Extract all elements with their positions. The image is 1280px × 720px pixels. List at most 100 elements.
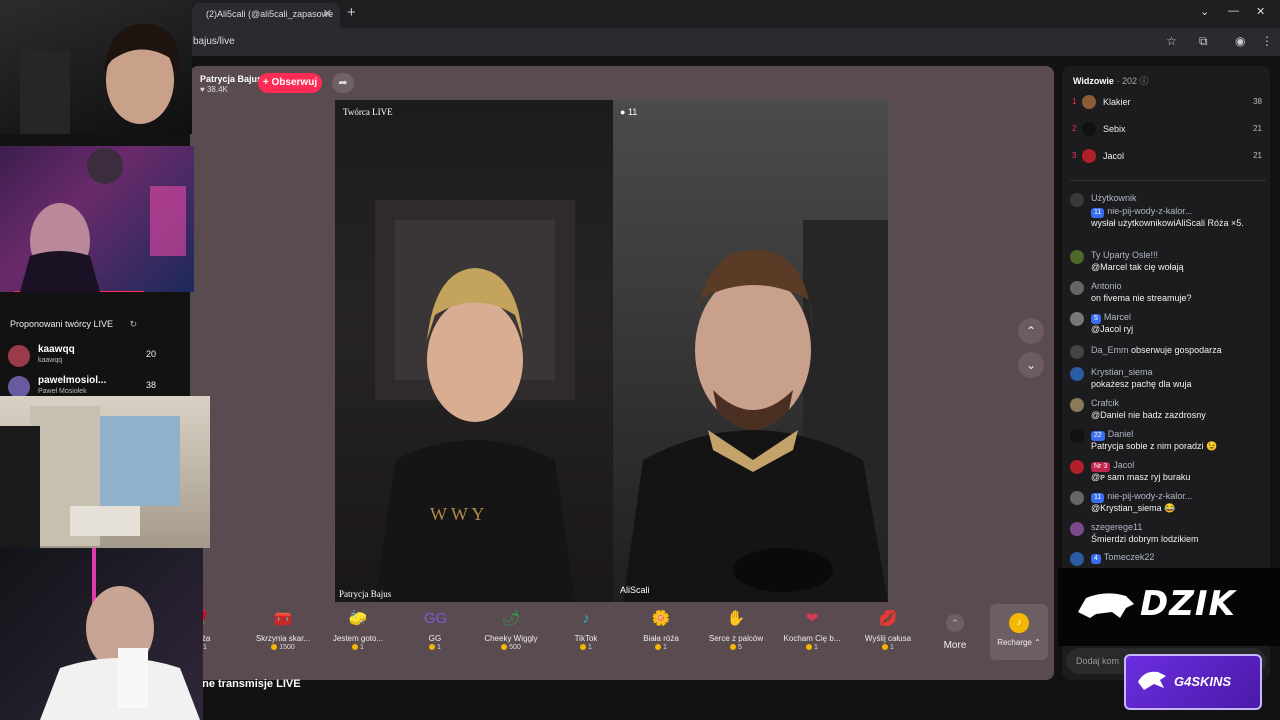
- webcam-overlay-4: [0, 548, 203, 720]
- creator-name: kaawqq: [38, 344, 75, 355]
- next-stream-button[interactable]: ⌄: [1018, 352, 1044, 378]
- gift-item[interactable]: 🌶 Cheeky Wiggly 500: [476, 604, 546, 660]
- host-likes: ♥ 38.4K: [200, 85, 228, 94]
- host-likes-count: 38.4K: [206, 85, 228, 94]
- gift-bar: 🌹Róża1🧰Skrzynia skar...1500🧽Jestem goto.…: [192, 604, 982, 660]
- viewer-name: Sebix: [1103, 124, 1126, 134]
- suggested-creator[interactable]: kaawqq kaawqq 20: [8, 343, 156, 371]
- gift-price: 1: [400, 644, 470, 651]
- video-left: W W Y Twórca LIVE Patrycja Bajus: [335, 100, 613, 602]
- gift-name: Jestem goto...: [332, 634, 384, 643]
- white-rose-icon: 🌼: [651, 610, 671, 627]
- chat-message: Ty Uparty Osle!!! @Marcel tak cię wołają: [1068, 249, 1268, 279]
- creator-viewers: 20: [145, 349, 156, 359]
- chevron-up-icon: ⌃: [946, 614, 964, 632]
- chat-username[interactable]: szegerege11: [1091, 521, 1142, 533]
- gift-item[interactable]: 🧰 Skrzynia skar... 1500: [248, 604, 318, 660]
- chat-text: @⁠ᴘ sam masz ryj buraku: [1091, 472, 1191, 482]
- chat-message: szegerege11 Śmierdzi dobrym lodzikiem: [1068, 521, 1268, 551]
- tab-title: (2)Ali5cali (@ali5cali_zapasowe: [206, 9, 334, 19]
- creator-viewers: 38: [145, 380, 156, 390]
- avatar: [8, 376, 30, 398]
- viewer-row[interactable]: 1 Klakier 38: [1070, 94, 1266, 112]
- chat-username[interactable]: Da_Emm obserwuje gospodarza: [1091, 344, 1222, 356]
- extensions-icon[interactable]: ⧉: [1199, 34, 1208, 49]
- close-window-icon[interactable]: ✕: [1256, 5, 1265, 18]
- gift-name: Wyślij całusa: [864, 634, 912, 643]
- viewers-count: 202: [1121, 76, 1137, 86]
- refresh-icon[interactable]: ↻: [130, 319, 138, 329]
- avatar[interactable]: [1070, 429, 1084, 443]
- avatar[interactable]: [1070, 312, 1084, 326]
- chat-text: obserwuje gospodarza: [1131, 345, 1222, 355]
- cheeky-wiggly-icon: 🌶: [501, 610, 521, 627]
- webcam-overlay-1: [0, 0, 192, 134]
- follow-button[interactable]: + Obserwuj: [258, 73, 322, 93]
- chat-username[interactable]: Ty Uparty Osle!!!: [1091, 249, 1158, 261]
- chat-text: @Jacol ryj: [1091, 324, 1134, 334]
- viewers-header[interactable]: Widzowie · 202 ⓘ: [1073, 74, 1149, 87]
- url-field[interactable]: bajus/live: [193, 36, 235, 47]
- browser-tab[interactable]: (2)Ali5cali (@ali5cali_zapasowe ✕: [192, 3, 340, 28]
- share-icon[interactable]: ➦: [332, 73, 354, 93]
- webcam-4-scene: [40, 548, 200, 720]
- gift-item[interactable]: ♪ TikTok 1: [551, 604, 621, 660]
- close-tab-icon[interactable]: ✕: [323, 7, 332, 20]
- kiss-icon: 💋: [878, 610, 898, 627]
- more-gifts-button[interactable]: ⌃ More: [935, 611, 975, 651]
- previous-stream-button[interactable]: ⌃: [1018, 318, 1044, 344]
- video-right: ● 11 AliScali: [613, 100, 888, 602]
- divider: [1070, 180, 1266, 181]
- suggested-creators-title: Proponowani twórcy LIVE ↻: [10, 319, 138, 329]
- coin-icon: ♪: [1009, 613, 1029, 633]
- viewer-rank: 1: [1072, 97, 1077, 106]
- gift-name: Serce z palców: [708, 634, 764, 643]
- viewer-row[interactable]: 2 Sebix 21: [1070, 121, 1266, 139]
- info-icon[interactable]: ⓘ: [1139, 76, 1148, 86]
- chat-username[interactable]: Crafcik: [1091, 397, 1119, 409]
- menu-dots-icon[interactable]: ⋮: [1261, 34, 1273, 48]
- avatar: [1082, 95, 1096, 109]
- viewer-score: 21: [1253, 124, 1262, 133]
- creator-live-badge: Twórca LIVE: [343, 107, 393, 117]
- gift-item[interactable]: GG GG 1: [400, 604, 470, 660]
- gift-item[interactable]: ✋ Serce z palców 5: [701, 604, 771, 660]
- avatar[interactable]: [1070, 398, 1084, 412]
- minimize-icon[interactable]: —: [1228, 5, 1239, 17]
- gift-price: 1: [626, 644, 696, 651]
- chat-text: Patrycja sobie z nim poradzi 😉: [1091, 441, 1218, 451]
- viewer-score: 21: [1253, 151, 1262, 160]
- host-name: Patrycja Bajus: [200, 74, 263, 84]
- g4skins-logo-text: G4SKINS: [1174, 674, 1232, 689]
- viewer-name: Jacol: [1103, 151, 1125, 161]
- avatar[interactable]: [1070, 367, 1084, 381]
- creator-subtitle: Paweł Mosiołek: [38, 388, 87, 395]
- avatar[interactable]: [1070, 250, 1084, 264]
- avatar[interactable]: [1070, 345, 1084, 359]
- chat-username[interactable]: Użytkownik: [1091, 192, 1137, 204]
- viewer-row[interactable]: 3 Jacol 21: [1070, 148, 1266, 166]
- gift-item[interactable]: ❤ Kocham Cię b... 1: [777, 604, 847, 660]
- avatar[interactable]: [1070, 281, 1084, 295]
- chat-username[interactable]: Krystian_siema: [1091, 366, 1153, 378]
- avatar: [8, 345, 30, 367]
- recharge-button[interactable]: ♪ Recharge ⌃: [990, 604, 1048, 660]
- gift-item[interactable]: 💋 Wyślij całusa 1: [853, 604, 923, 660]
- gift-name: Biała róża: [643, 634, 679, 643]
- chat-username[interactable]: 4 Tomeczek22: [1091, 551, 1154, 564]
- profile-icon[interactable]: ◉: [1235, 34, 1245, 48]
- avatar[interactable]: [1070, 552, 1084, 566]
- avatar[interactable]: [1070, 460, 1084, 474]
- avatar[interactable]: [1070, 491, 1084, 505]
- gift-item[interactable]: 🧽 Jestem goto... 1: [323, 604, 393, 660]
- chat-message: Nr 3 Jacol @⁠ᴘ sam masz ryj buraku: [1068, 459, 1268, 489]
- new-tab-icon[interactable]: +: [347, 4, 356, 21]
- chevron-down-icon[interactable]: ⌄: [1200, 5, 1209, 18]
- chat-username[interactable]: Antonio: [1091, 280, 1122, 292]
- gift-item[interactable]: 🌼 Biała róża 1: [626, 604, 696, 660]
- gift-price: 5: [701, 644, 771, 651]
- avatar[interactable]: [1070, 522, 1084, 536]
- star-icon[interactable]: ☆: [1166, 34, 1177, 48]
- panther-icon: [1138, 671, 1166, 690]
- viewer-name: Klakier: [1103, 97, 1131, 107]
